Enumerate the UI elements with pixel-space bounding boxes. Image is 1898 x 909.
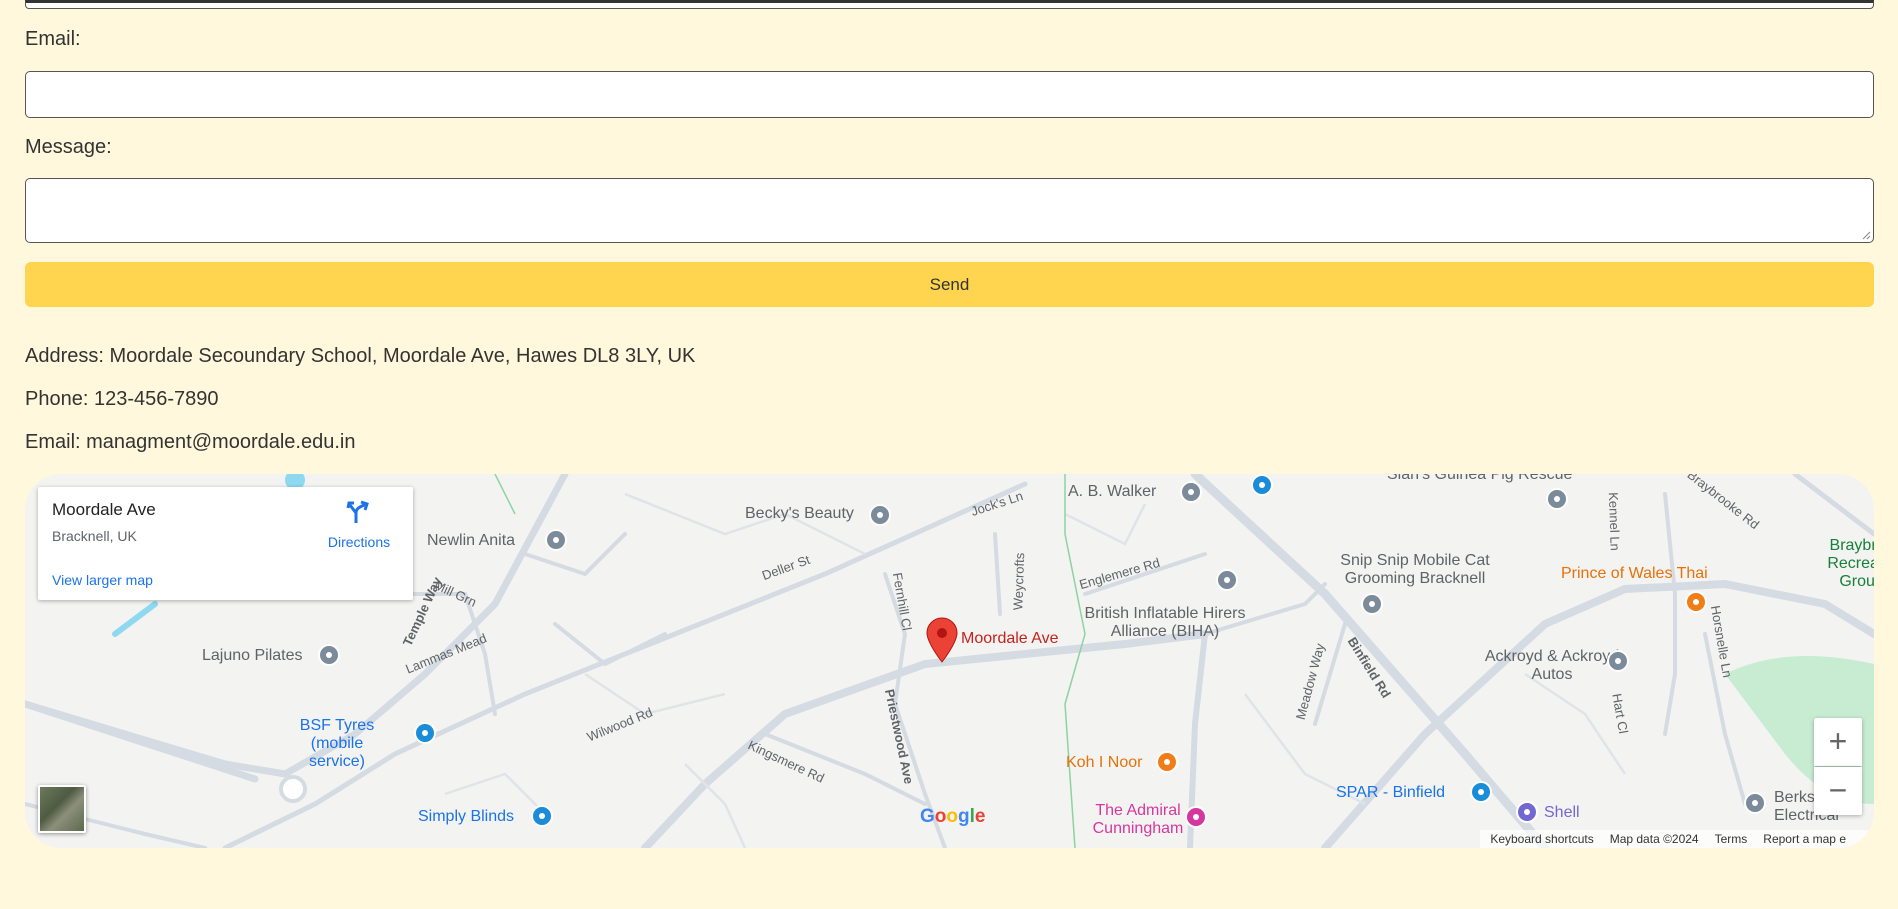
poi-pin-icon[interactable] (318, 644, 340, 666)
map-data-text: Map data ©2024 (1609, 832, 1699, 846)
restaurant-pin-icon[interactable] (1685, 591, 1707, 613)
location-marker-icon[interactable] (925, 617, 959, 663)
email-label: Email: (25, 28, 81, 50)
satellite-toggle[interactable] (38, 785, 86, 833)
zoom-in-button[interactable]: + (1814, 718, 1862, 766)
email-text: Email: managment@moordale.edu.in (25, 431, 356, 453)
poi-pin-icon[interactable] (1744, 792, 1766, 814)
keyboard-shortcuts-link[interactable]: Keyboard shortcuts (1490, 832, 1593, 846)
lock-pin-icon[interactable] (1251, 474, 1273, 496)
poi-label[interactable]: Shell (1544, 804, 1580, 822)
place-card: Moordale Ave Bracknell, UK View larger m… (38, 487, 413, 600)
poi-label[interactable]: A. B. Walker (1068, 483, 1156, 501)
resize-handle-icon[interactable] (1861, 230, 1871, 240)
message-field[interactable] (25, 178, 1874, 243)
road-label: Kennel Ln (1605, 491, 1623, 552)
poi-label[interactable]: Lajuno Pilates (202, 647, 303, 665)
view-larger-map-link[interactable]: View larger map (52, 572, 153, 588)
poi-pin-icon[interactable] (1180, 481, 1202, 503)
google-logo: Google (920, 806, 986, 827)
send-button[interactable]: Send (25, 262, 1874, 307)
shop-pin-icon[interactable] (1470, 781, 1492, 803)
poi-label[interactable]: Becky's Beauty (745, 505, 854, 523)
message-label: Message: (25, 136, 112, 158)
lock-pin-icon[interactable] (531, 805, 553, 827)
place-title: Moordale Ave (52, 500, 156, 519)
poi-pin-icon[interactable] (1361, 593, 1383, 615)
email-field[interactable] (25, 71, 1874, 118)
road-label: Weycrofts (1010, 552, 1028, 611)
directions-icon (346, 500, 369, 523)
terms-link[interactable]: Terms (1715, 832, 1748, 846)
name-field-bottom[interactable] (25, 0, 1874, 9)
map-embed[interactable]: Moordale Ave Bracknell, UK View larger m… (25, 474, 1874, 848)
directions-button[interactable]: Directions (314, 499, 404, 550)
poi-label[interactable]: Prince of Wales Thai (1561, 565, 1708, 583)
restaurant-pin-icon[interactable] (1156, 751, 1178, 773)
poi-label[interactable]: SPAR - Binfield (1336, 784, 1445, 802)
poi-label[interactable]: Koh I Noor (1066, 754, 1142, 772)
poi-label[interactable]: British Inflatable Hirers Alliance (BIHA… (1080, 605, 1250, 641)
zoom-out-button[interactable]: − (1814, 767, 1862, 815)
poi-label[interactable]: Newlin Anita (427, 532, 515, 550)
poi-label[interactable]: Simply Blinds (418, 808, 514, 826)
poi-label[interactable]: BSF Tyres (mobile service) (282, 717, 392, 771)
address-text: Address: Moordale Secoundary School, Moo… (25, 345, 696, 367)
poi-pin-icon[interactable] (1216, 569, 1238, 591)
poi-pin-icon[interactable] (545, 529, 567, 551)
fuel-pin-icon[interactable] (1516, 801, 1538, 823)
place-subtitle: Bracknell, UK (52, 528, 137, 544)
poi-pin-icon[interactable] (1546, 488, 1568, 510)
marker-label: Moordale Ave (961, 630, 1059, 647)
poi-label[interactable]: The Admiral Cunningham (1078, 802, 1198, 838)
poi-pin-icon[interactable] (869, 504, 891, 526)
poi-pin-icon[interactable] (1607, 650, 1629, 672)
hotel-pin-icon[interactable] (1185, 806, 1207, 828)
report-map-error-link[interactable]: Report a map e (1763, 832, 1846, 846)
directions-label: Directions (327, 534, 391, 550)
map-footer: Keyboard shortcuts Map data ©2024 Terms … (1480, 830, 1874, 848)
poi-label[interactable]: Braybrook Recreation Ground (1811, 537, 1874, 591)
lock-pin-icon[interactable] (414, 722, 436, 744)
phone-text: Phone: 123-456-7890 (25, 388, 219, 410)
poi-label[interactable]: Sian's Guinea Pig Rescue (1387, 474, 1572, 484)
poi-label[interactable]: Snip Snip Mobile Cat Grooming Bracknell (1325, 552, 1505, 588)
